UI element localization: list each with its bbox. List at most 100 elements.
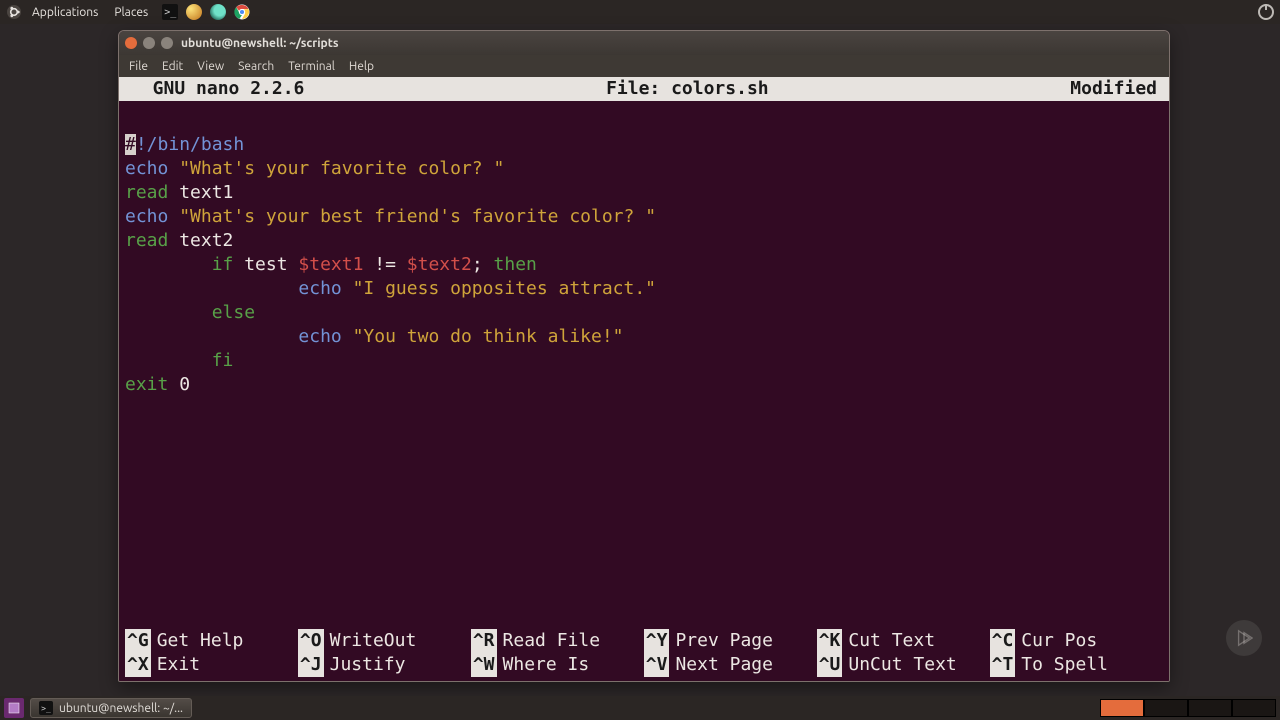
shortcut-key: ^J bbox=[298, 653, 324, 677]
menu-terminal[interactable]: Terminal bbox=[282, 58, 341, 75]
editor-content[interactable]: #!/bin/bash echo "What's your favorite c… bbox=[119, 101, 1169, 401]
terminal-window: ubuntu@newshell: ~/scripts File Edit Vie… bbox=[118, 30, 1170, 682]
shortcut-label: Prev Page bbox=[675, 629, 773, 653]
shortcut-next-page[interactable]: ^VNext Page bbox=[644, 653, 817, 677]
shortcut-row-2: ^XExit ^JJustify ^WWhere Is ^VNext Page … bbox=[125, 653, 1163, 677]
gnome-top-panel: Applications Places >_ bbox=[0, 0, 1280, 24]
shortcut-label: Cut Text bbox=[848, 629, 935, 653]
workspace-3[interactable] bbox=[1188, 699, 1232, 717]
echo-cmd: echo bbox=[298, 278, 341, 299]
string-literal: "You two do think alike!" bbox=[342, 326, 624, 347]
show-desktop-button[interactable] bbox=[4, 698, 24, 718]
shortcut-key: ^Y bbox=[644, 629, 670, 653]
cursor: # bbox=[125, 134, 136, 155]
shortcut-cur-pos[interactable]: ^CCur Pos bbox=[990, 629, 1163, 653]
read-cmd: read bbox=[125, 182, 168, 203]
close-button[interactable] bbox=[125, 37, 137, 49]
shortcut-uncut-text[interactable]: ^UUnCut Text bbox=[817, 653, 990, 677]
quick-launch-area: >_ bbox=[162, 4, 250, 20]
shortcut-key: ^O bbox=[298, 629, 324, 653]
shortcut-writeout[interactable]: ^OWriteOut bbox=[298, 629, 471, 653]
play-watermark-icon bbox=[1226, 620, 1262, 656]
chrome-launcher-icon[interactable] bbox=[234, 4, 250, 20]
shortcut-prev-page[interactable]: ^YPrev Page bbox=[644, 629, 817, 653]
shortcut-label: Justify bbox=[330, 653, 406, 677]
shortcut-cut-text[interactable]: ^KCut Text bbox=[817, 629, 990, 653]
shortcut-where-is[interactable]: ^WWhere Is bbox=[471, 653, 644, 677]
shortcut-label: UnCut Text bbox=[848, 653, 956, 677]
minimize-button[interactable] bbox=[143, 37, 155, 49]
semicolon: ; bbox=[472, 254, 494, 275]
shortcut-label: Exit bbox=[157, 653, 200, 677]
var-name: text2 bbox=[168, 230, 233, 251]
indent bbox=[125, 278, 298, 299]
shortcut-label: Cur Pos bbox=[1021, 629, 1097, 653]
window-title: ubuntu@newshell: ~/scripts bbox=[181, 37, 339, 50]
workspace-2[interactable] bbox=[1144, 699, 1188, 717]
shortcut-label: Read File bbox=[503, 629, 601, 653]
places-menu[interactable]: Places bbox=[108, 0, 154, 24]
app-launcher-icon-1[interactable] bbox=[186, 4, 202, 20]
workspace-switcher bbox=[1100, 699, 1276, 717]
shortcut-justify[interactable]: ^JJustify bbox=[298, 653, 471, 677]
shortcut-key: ^T bbox=[990, 653, 1016, 677]
string-literal: "What's your favorite color? " bbox=[179, 158, 504, 179]
shortcut-get-help[interactable]: ^GGet Help bbox=[125, 629, 298, 653]
var-name: text1 bbox=[168, 182, 233, 203]
taskbar-item-terminal[interactable]: >_ ubuntu@newshell: ~/... bbox=[30, 698, 192, 718]
workspace-1[interactable] bbox=[1100, 699, 1144, 717]
fi-keyword: fi bbox=[212, 350, 234, 371]
terminal-menubar: File Edit View Search Terminal Help bbox=[119, 55, 1169, 77]
power-icon[interactable] bbox=[1258, 4, 1274, 20]
string-literal: "I guess opposites attract." bbox=[342, 278, 656, 299]
shortcut-label: Get Help bbox=[157, 629, 244, 653]
shortcut-exit[interactable]: ^XExit bbox=[125, 653, 298, 677]
indent bbox=[125, 302, 212, 323]
gnome-bottom-panel: >_ ubuntu@newshell: ~/... bbox=[0, 696, 1280, 720]
echo-cmd: echo bbox=[298, 326, 341, 347]
window-controls bbox=[125, 37, 173, 49]
read-cmd: read bbox=[125, 230, 168, 251]
shortcut-label: WriteOut bbox=[330, 629, 417, 653]
terminal-body[interactable]: GNU nano 2.2.6 File: colors.sh Modified … bbox=[119, 77, 1169, 681]
echo-cmd: echo bbox=[125, 158, 168, 179]
workspace-4[interactable] bbox=[1232, 699, 1276, 717]
exit-cmd: exit bbox=[125, 374, 168, 395]
ubuntu-logo-icon bbox=[6, 4, 22, 20]
maximize-button[interactable] bbox=[161, 37, 173, 49]
nano-header: GNU nano 2.2.6 File: colors.sh Modified bbox=[119, 77, 1169, 101]
indent bbox=[125, 326, 298, 347]
else-keyword: else bbox=[212, 302, 255, 323]
shortcut-to-spell[interactable]: ^TTo Spell bbox=[990, 653, 1163, 677]
shortcut-read-file[interactable]: ^RRead File bbox=[471, 629, 644, 653]
menu-view[interactable]: View bbox=[191, 58, 230, 75]
shortcut-label: Next Page bbox=[675, 653, 773, 677]
shortcut-label: Where Is bbox=[503, 653, 590, 677]
echo-cmd: echo bbox=[125, 206, 168, 227]
shortcut-key: ^V bbox=[644, 653, 670, 677]
variable-ref: $text1 bbox=[298, 254, 363, 275]
exit-code: 0 bbox=[168, 374, 190, 395]
desktop-area: ubuntu@newshell: ~/scripts File Edit Vie… bbox=[0, 24, 1280, 696]
menu-edit[interactable]: Edit bbox=[156, 58, 189, 75]
shortcut-label: To Spell bbox=[1021, 653, 1108, 677]
string-literal: "What's your best friend's favorite colo… bbox=[179, 206, 656, 227]
terminal-launcher-icon[interactable]: >_ bbox=[162, 4, 178, 20]
nano-modified-flag: Modified bbox=[1070, 77, 1157, 101]
shortcut-key: ^G bbox=[125, 629, 151, 653]
menu-help[interactable]: Help bbox=[343, 58, 380, 75]
shortcut-key: ^W bbox=[471, 653, 497, 677]
applications-menu[interactable]: Applications bbox=[26, 0, 104, 24]
window-titlebar[interactable]: ubuntu@newshell: ~/scripts bbox=[119, 31, 1169, 55]
shebang: !/bin/bash bbox=[136, 134, 244, 155]
menu-file[interactable]: File bbox=[123, 58, 154, 75]
shortcut-row-1: ^GGet Help ^OWriteOut ^RRead File ^YPrev… bbox=[125, 629, 1163, 653]
terminal-icon: >_ bbox=[39, 701, 53, 715]
if-keyword: if bbox=[212, 254, 245, 275]
taskbar-item-label: ubuntu@newshell: ~/... bbox=[59, 702, 183, 715]
shortcut-key: ^K bbox=[817, 629, 843, 653]
menu-search[interactable]: Search bbox=[232, 58, 280, 75]
app-launcher-icon-2[interactable] bbox=[210, 4, 226, 20]
then-keyword: then bbox=[494, 254, 537, 275]
shortcut-key: ^R bbox=[471, 629, 497, 653]
